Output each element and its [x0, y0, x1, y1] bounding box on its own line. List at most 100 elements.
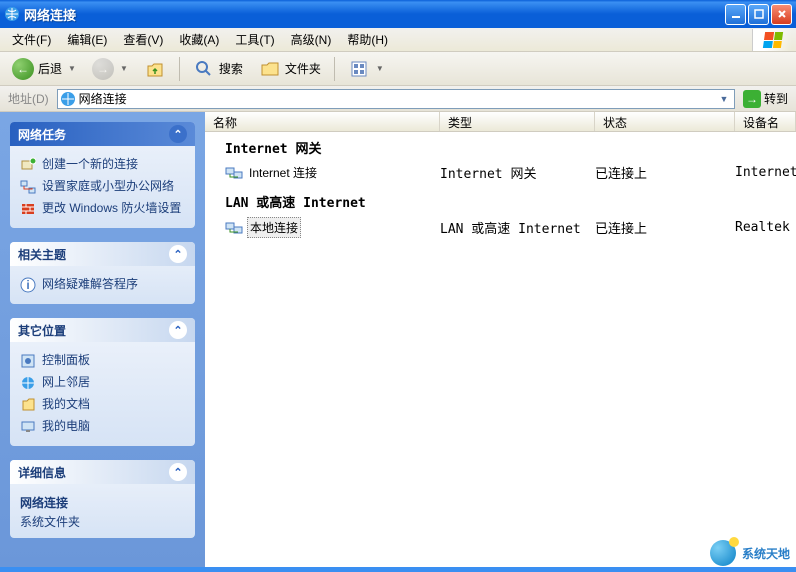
task-label: 控制面板	[42, 353, 90, 369]
back-icon: ←	[12, 58, 34, 80]
task-new-connection[interactable]: 创建一个新的连接	[20, 154, 185, 176]
views-icon	[348, 58, 370, 80]
connection-item[interactable]: 本地连接 LAN 或高速 Internet已连接上Realtek	[205, 213, 796, 242]
otherplaces-panel-header[interactable]: 其它位置 ⌃	[10, 318, 195, 342]
related-panel-header[interactable]: 相关主题 ⌃	[10, 242, 195, 266]
menu-favorites[interactable]: 收藏(A)	[171, 29, 227, 50]
connection-item[interactable]: Internet 连接Internet 网关已连接上Internet	[205, 159, 796, 186]
item-type: Internet 网关	[440, 163, 595, 182]
place-control-panel[interactable]: 控制面板	[20, 350, 185, 372]
details-panel: 详细信息 ⌃ 网络连接 系统文件夹	[10, 460, 195, 538]
views-button[interactable]: ▼	[342, 55, 390, 83]
chevron-down-icon: ▼	[68, 64, 76, 73]
statusbar	[0, 567, 796, 572]
go-button[interactable]: → 转到	[739, 88, 792, 110]
related-panel: 相关主题 ⌃ i 网络疑难解答程序	[10, 242, 195, 304]
svg-text:i: i	[26, 278, 29, 292]
body-area: 网络任务 ⌃ 创建一个新的连接 设置家庭或小型办公网络 更改 Windows 防…	[0, 112, 796, 567]
go-icon: →	[743, 90, 761, 108]
new-connection-icon	[20, 157, 36, 173]
place-my-computer[interactable]: 我的电脑	[20, 416, 185, 438]
address-value: 网络连接	[79, 90, 716, 107]
titlebar: 网络连接	[0, 0, 796, 28]
back-label: 后退	[38, 60, 62, 77]
task-setup-network[interactable]: 设置家庭或小型办公网络	[20, 176, 185, 198]
task-troubleshoot[interactable]: i 网络疑难解答程序	[20, 274, 185, 296]
item-devname: Internet	[735, 165, 796, 180]
task-label: 网络疑难解答程序	[42, 277, 138, 293]
item-name: 本地连接	[247, 217, 301, 238]
item-devname: Realtek	[735, 220, 796, 235]
toolbar: ← 后退 ▼ → ▼ 搜索 文件夹 ▼	[0, 52, 796, 86]
details-panel-header[interactable]: 详细信息 ⌃	[10, 460, 195, 484]
menu-view[interactable]: 查看(V)	[115, 29, 171, 50]
watermark: 系统天地	[710, 540, 790, 566]
network-places-icon	[20, 375, 36, 391]
globe-icon	[710, 540, 736, 566]
computer-icon	[20, 419, 36, 435]
firewall-icon	[20, 201, 36, 217]
close-button[interactable]	[771, 4, 792, 25]
menu-help[interactable]: 帮助(H)	[339, 29, 396, 50]
connection-icon	[225, 165, 243, 181]
addressbar: 地址(D) 网络连接 ▼ → 转到	[0, 86, 796, 112]
search-button[interactable]: 搜索	[187, 55, 249, 83]
documents-icon	[20, 397, 36, 413]
place-my-documents[interactable]: 我的文档	[20, 394, 185, 416]
column-devname[interactable]: 设备名	[735, 112, 796, 131]
address-label: 地址(D)	[4, 90, 53, 107]
collapse-icon: ⌃	[169, 245, 187, 263]
forward-icon: →	[92, 58, 114, 80]
details-type: 系统文件夹	[20, 513, 185, 530]
minimize-button[interactable]	[725, 4, 746, 25]
search-icon	[193, 58, 215, 80]
task-label: 设置家庭或小型办公网络	[42, 179, 174, 195]
task-label: 我的文档	[42, 397, 90, 413]
address-combo[interactable]: 网络连接 ▼	[57, 89, 735, 109]
menu-advanced[interactable]: 高级(N)	[283, 29, 340, 50]
folders-icon	[259, 58, 281, 80]
content-area: 名称 类型 状态 设备名 Internet 网关Internet 连接Inter…	[205, 112, 796, 567]
group-header: Internet 网关	[205, 132, 796, 159]
item-status: 已连接上	[595, 218, 735, 237]
maximize-button[interactable]	[748, 4, 769, 25]
search-label: 搜索	[219, 60, 243, 77]
xp-logo-icon	[752, 29, 792, 51]
folders-button[interactable]: 文件夹	[253, 55, 327, 83]
collapse-icon: ⌃	[169, 463, 187, 481]
panel-title: 相关主题	[18, 246, 66, 263]
menu-file[interactable]: 文件(F)	[4, 29, 59, 50]
otherplaces-panel: 其它位置 ⌃ 控制面板 网上邻居 我的文档 我的电脑	[10, 318, 195, 446]
task-firewall[interactable]: 更改 Windows 防火墙设置	[20, 198, 185, 220]
up-button[interactable]	[138, 55, 172, 83]
separator	[179, 57, 180, 81]
item-status: 已连接上	[595, 163, 735, 182]
place-network-neighborhood[interactable]: 网上邻居	[20, 372, 185, 394]
column-status[interactable]: 状态	[595, 112, 735, 131]
go-label: 转到	[764, 90, 788, 107]
sidebar: 网络任务 ⌃ 创建一个新的连接 设置家庭或小型办公网络 更改 Windows 防…	[0, 112, 205, 567]
network-setup-icon	[20, 179, 36, 195]
details-name: 网络连接	[20, 492, 185, 513]
menu-tools[interactable]: 工具(T)	[227, 29, 282, 50]
tasks-panel-header[interactable]: 网络任务 ⌃	[10, 122, 195, 146]
item-type: LAN 或高速 Internet	[440, 218, 595, 237]
control-panel-icon	[20, 353, 36, 369]
forward-button[interactable]: → ▼	[86, 55, 134, 83]
window-title: 网络连接	[24, 5, 723, 24]
menu-edit[interactable]: 编辑(E)	[59, 29, 115, 50]
help-icon: i	[20, 277, 36, 293]
address-dropdown-button[interactable]: ▼	[716, 94, 732, 104]
panel-title: 网络任务	[18, 126, 66, 143]
column-type[interactable]: 类型	[440, 112, 595, 131]
panel-title: 其它位置	[18, 322, 66, 339]
folders-label: 文件夹	[285, 60, 321, 77]
column-headers: 名称 类型 状态 设备名	[205, 112, 796, 132]
connection-icon	[225, 220, 243, 236]
back-button[interactable]: ← 后退 ▼	[6, 55, 82, 83]
chevron-down-icon: ▼	[376, 64, 384, 73]
folder-up-icon	[144, 58, 166, 80]
column-name[interactable]: 名称	[205, 112, 440, 131]
task-label: 我的电脑	[42, 419, 90, 435]
items-list: Internet 网关Internet 连接Internet 网关已连接上Int…	[205, 132, 796, 242]
